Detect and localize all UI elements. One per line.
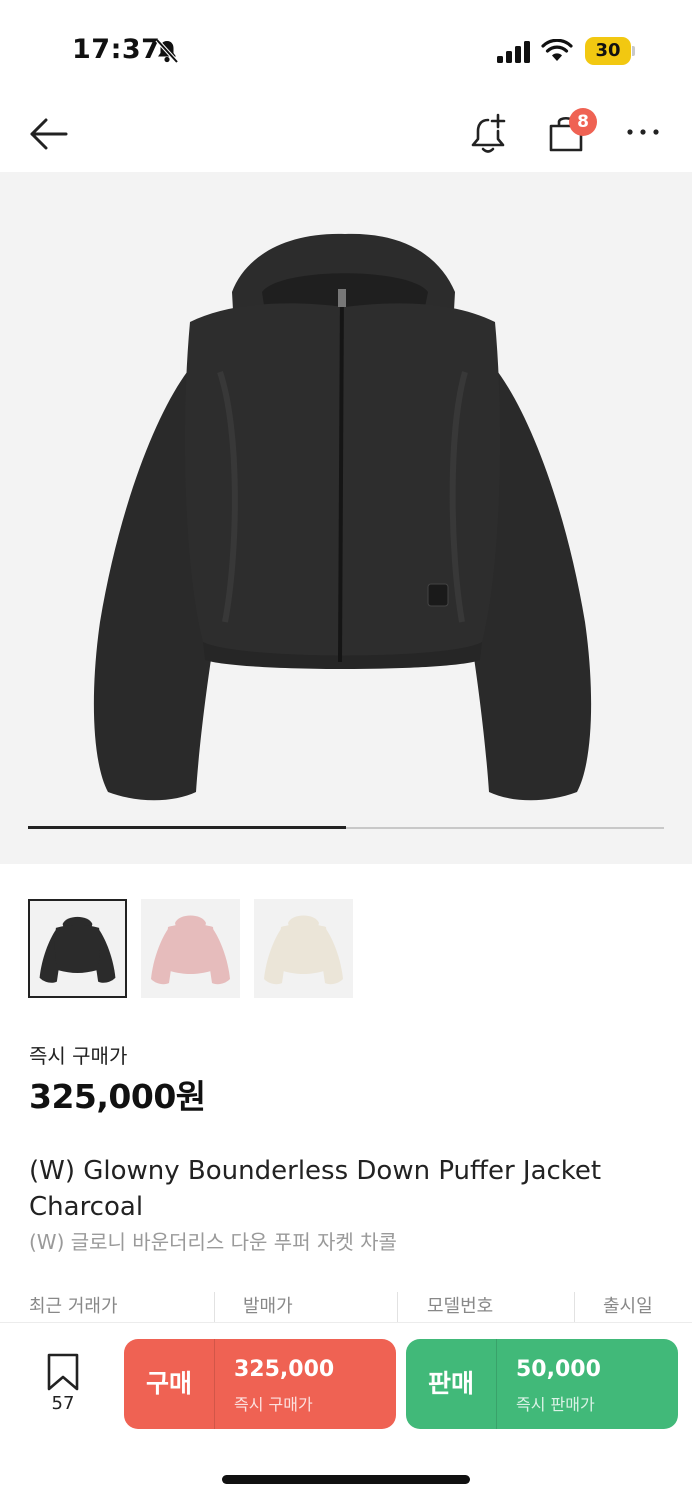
product-name-ko: (W) 글로니 바운더리스 다운 푸퍼 자켓 차콜 (29, 1230, 397, 1254)
buy-label: 구매 (145, 1369, 192, 1398)
info-release-price: 발매가 (243, 1296, 293, 1317)
sell-sublabel: 즉시 판매가 (516, 1395, 595, 1414)
sell-label: 판매 (427, 1369, 474, 1398)
buy-price: 325,000 (234, 1357, 335, 1382)
product-image-gallery[interactable] (0, 172, 692, 864)
home-indicator[interactable] (222, 1475, 470, 1484)
sell-button[interactable]: 판매 50,000 즉시 판매가 (406, 1339, 678, 1429)
sell-price: 50,000 (516, 1357, 601, 1382)
color-thumbnails (28, 899, 367, 998)
battery-icon: 30 (585, 37, 635, 65)
thumbnail-jacket-icon (151, 915, 230, 985)
thumbnail-jacket-icon (264, 915, 343, 985)
price-label: 즉시 구매가 (29, 1044, 128, 1068)
gallery-progress-fill (28, 826, 346, 829)
signal-icon (497, 41, 530, 63)
price-value: 325,000원 (29, 1077, 206, 1116)
battery-level: 30 (595, 40, 621, 61)
info-divider (574, 1292, 575, 1326)
info-divider (214, 1292, 215, 1326)
product-name-en: (W) Glowny Bounderless Down Puffer Jacke… (29, 1156, 602, 1222)
thumbnail-cream[interactable] (254, 899, 353, 998)
gallery-progress-track (28, 826, 664, 829)
bell-off-icon (155, 38, 179, 64)
bottom-action-bar: 57 구매 325,000 즉시 구매가 판매 50,000 즉시 판매가 (0, 1322, 692, 1500)
sell-divider (496, 1339, 497, 1429)
status-bar: 17:37 30 (0, 0, 692, 100)
thumbnail-charcoal[interactable] (28, 899, 127, 998)
bookmark-count: 57 (51, 1393, 75, 1414)
wifi-icon (541, 39, 573, 61)
more-icon[interactable] (626, 122, 660, 142)
info-release-date: 출시일 (603, 1296, 653, 1317)
info-recent-price: 최근 거래가 (29, 1296, 118, 1317)
buy-sublabel: 즉시 구매가 (234, 1395, 313, 1414)
info-model-number: 모델번호 (427, 1296, 494, 1317)
cart-badge: 8 (569, 108, 597, 136)
bookmark-icon[interactable] (46, 1353, 80, 1391)
buy-button[interactable]: 구매 325,000 즉시 구매가 (124, 1339, 396, 1429)
top-nav: 8 (0, 100, 692, 172)
buy-divider (214, 1339, 215, 1429)
bell-plus-icon[interactable] (468, 112, 510, 156)
status-time: 17:37 (72, 34, 161, 65)
back-arrow-icon[interactable] (28, 114, 70, 154)
thumbnail-jacket-icon (39, 916, 116, 983)
jacket-image (93, 233, 592, 801)
info-divider (397, 1292, 398, 1326)
thumbnail-pink[interactable] (141, 899, 240, 998)
product-info-row: 최근 거래가 발매가 모델번호 출시일 (0, 1292, 692, 1322)
